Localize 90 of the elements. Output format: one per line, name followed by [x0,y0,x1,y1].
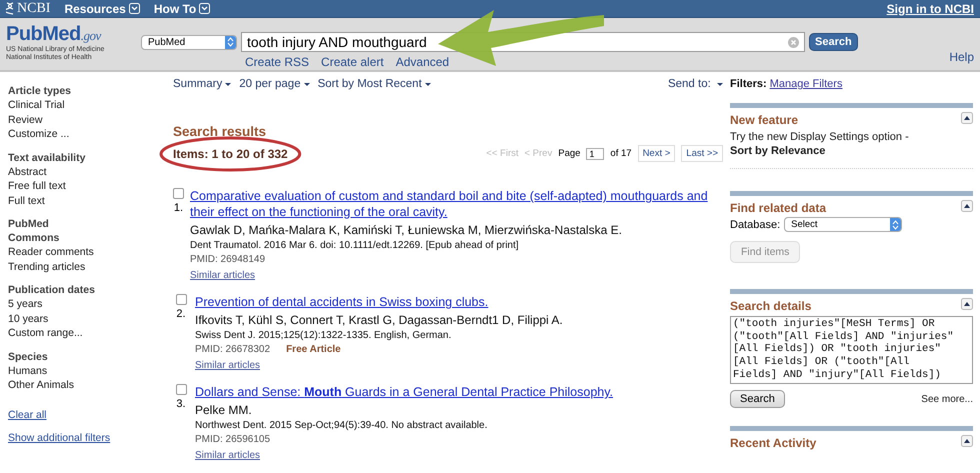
database-select[interactable]: PubMed [141,34,237,50]
similar-articles-link[interactable]: Similar articles [195,450,260,462]
article-title-link[interactable]: Prevention of dental accidents in Swiss boxing clubs. [195,294,563,310]
filter-link[interactable]: Free full text [8,179,166,194]
filters-label: Filters: [730,78,767,90]
checkbox[interactable] [176,384,186,395]
menu-link[interactable]: Resources [64,2,126,16]
result-number: 2. [176,308,186,320]
article-authors: Ifkovits T, Kühl S, Connert T, Krastl G, Dagassan-Berndt1 D, Filippi A. [195,313,563,328]
page-label: Page [558,148,580,159]
search-button[interactable]: Search [730,390,785,408]
filter-link[interactable]: Custom range... [8,326,166,340]
caret-icon [424,83,431,87]
header-link[interactable]: Advanced [396,55,450,69]
caret-icon [717,83,723,87]
article-citation: Northwest Dent. 2015 Sep-Oct;94(5):39-40. No abstract available. [195,419,488,433]
filter-heading: Text availability [8,150,86,164]
chevron-down-icon [199,3,210,14]
filter-link[interactable]: Other Animals [8,378,166,392]
free-article-label: Free Article [286,343,341,357]
filter-heading: Species [8,350,49,364]
filter-link[interactable]: Full text [8,194,166,208]
pager-button[interactable]: Last >> [681,145,723,162]
see-more-link[interactable]: See more... [921,394,973,404]
display-menu[interactable]: Summary [173,78,232,90]
collapse-icon[interactable] [961,200,973,212]
manage-filters-link[interactable]: Manage Filters [770,78,842,90]
pmid-text: PMID: 26678302 [195,343,270,357]
panel-title: Search details [730,298,812,314]
caret-icon [304,83,310,87]
search-details-field[interactable]: ("tooth injuries"[MeSH Terms] OR ("tooth"[All Fields] AND "injuries" [All Fields]) OR "tooth injuries" [All Fields] OR ("tooth"[All Fields] AND "injury"[All Fields]) [730,316,973,384]
display-menu[interactable]: Sort by Most Recent [318,78,431,90]
panel-title: Find related data [730,200,826,216]
checkbox[interactable] [176,294,186,305]
filter-heading: PubMed Commons [8,217,60,245]
database-select[interactable]: Select [784,217,902,232]
pmid-text: PMID: 26596105 [195,433,270,447]
pager-button[interactable]: Next > [638,145,676,162]
pmid-text: PMID: 26948149 [190,253,266,267]
filter-link[interactable]: Trending articles [8,260,166,274]
similar-articles-link[interactable]: Similar articles [190,270,256,282]
pubmed-logo[interactable]: PubMed [6,23,81,46]
sidebar-link[interactable]: Clear all [8,408,166,422]
article-authors: Pelke MM. [195,403,253,418]
article-title-link[interactable]: Dollars and Sense: Mouth Guards in a General Dental Practice Philosophy. [195,384,614,400]
caret-icon [225,83,232,87]
sidebar-link[interactable]: Show additional filters [8,430,166,444]
help-link[interactable]: Help [949,50,974,64]
result-number: 3. [176,398,186,410]
filter-link[interactable]: Reader comments [8,245,166,260]
filter-heading: Publication dates [8,283,96,297]
sign-in-link[interactable]: Sign in to NCBI [886,2,974,16]
stepper-icon[interactable] [225,36,236,48]
ncbi-logo[interactable]: NCBI [17,0,50,16]
header-link[interactable]: Create RSS [245,55,310,69]
clear-icon[interactable] [788,36,799,48]
filter-link[interactable]: Clinical Trial [8,98,166,112]
result-number: 1. [174,202,184,214]
collapse-icon[interactable] [961,298,973,310]
menu-link[interactable]: How To [154,2,196,16]
similar-articles-link[interactable]: Similar articles [195,360,260,372]
collapse-icon[interactable] [961,112,973,124]
results-heading: Search results [173,124,268,139]
article-authors: Gawlak D, Mańka-Malara K, Kamiński T, Łuniewska M, Mierzwińska-Nastalska E. [190,223,623,238]
stepper-icon[interactable] [890,218,902,231]
feature-text: Try the new Display Settings option - Sort by Relevance [730,130,910,158]
filter-heading: Article types [8,84,72,98]
header-link[interactable]: Create alert [321,55,384,69]
article-citation: Swiss Dent J. 2015;125(12):1322-1335. English, German. [195,329,452,343]
filter-link[interactable]: Abstract [8,164,166,179]
filter-link[interactable]: 5 years [8,297,166,312]
article-citation: Dent Traumatol. 2016 Mar 6. doi: 10.1111/edt.12269. [Epub ahead of print] [190,239,520,253]
filter-link[interactable]: Humans [8,364,166,378]
display-menu[interactable]: 20 per page [239,78,310,90]
filter-link[interactable]: 10 years [8,312,166,326]
logo-suffix: .gov [80,28,101,44]
database-label: Database: [730,218,780,230]
filter-link[interactable]: Review [8,112,166,127]
results-count: Items: 1 to 20 of 332 [173,146,288,160]
article-title-link[interactable]: Comparative evaluation of custom and standard boil and bite (self-adapted) mouthguards and their effect on the functioning of the oral cavity. [190,188,723,220]
search-button[interactable]: Search [809,33,858,51]
chevron-down-icon [128,3,140,14]
filter-link[interactable]: Customize ... [8,127,166,142]
panel-title: New feature [730,112,798,128]
page-count: of 17 [610,148,632,159]
checkbox[interactable] [173,188,184,199]
collapse-icon[interactable] [961,435,973,447]
panel-title: Recent Activity [730,435,816,451]
send-to-menu[interactable]: Send to: [668,78,723,90]
page-field[interactable]: 1 [586,148,604,160]
